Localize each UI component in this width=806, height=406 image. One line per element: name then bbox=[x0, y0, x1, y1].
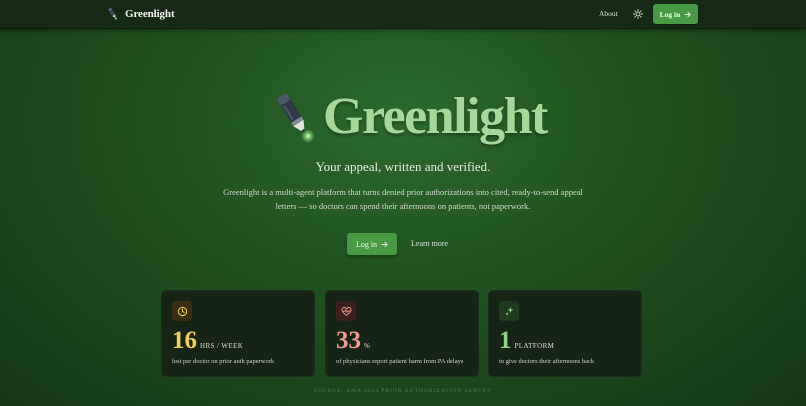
source-note: SOURCE: AMA 2024 PRIOR AUTHORIZATION SUR… bbox=[313, 388, 493, 394]
nav-login-button[interactable]: Log in bbox=[653, 4, 698, 24]
stat-number: 16 bbox=[172, 327, 197, 354]
stat-number: 1 bbox=[499, 327, 512, 354]
hero-login-label: Log in bbox=[355, 239, 378, 249]
clock-icon bbox=[177, 306, 187, 316]
nav-login-label: Log in bbox=[659, 9, 681, 19]
hero-tagline: Your appeal, written and verified. bbox=[315, 159, 491, 174]
hero-description: Greenlight is a multi-agent platform tha… bbox=[223, 187, 583, 211]
stat-value: 1 PLATFORM bbox=[499, 326, 554, 356]
hero-login-button[interactable]: Log in bbox=[347, 233, 397, 255]
stat-icon-badge bbox=[336, 301, 356, 321]
arrow-right-icon bbox=[381, 241, 388, 247]
brand-name: Greenlight bbox=[125, 8, 175, 20]
pen-logo-icon bbox=[277, 93, 315, 143]
heart-pulse-icon bbox=[340, 306, 352, 316]
stat-number: 33 bbox=[336, 327, 361, 354]
pen-logo-icon bbox=[108, 7, 117, 20]
stat-unit: PLATFORM bbox=[514, 342, 555, 350]
stat-card-platform: 1 PLATFORM to give doctors their afterno… bbox=[488, 290, 642, 377]
sparkles-icon bbox=[504, 306, 514, 316]
hero-title: Greenlight bbox=[323, 88, 548, 145]
stat-description: to give doctors their afternoons back bbox=[499, 358, 595, 365]
stat-description: lost per doctor on prior auth paperwork bbox=[172, 358, 275, 365]
stat-icon-badge bbox=[172, 301, 192, 321]
stat-value: 16 HRS / WEEK bbox=[172, 326, 243, 356]
arrow-right-icon bbox=[684, 11, 691, 17]
stat-unit: % bbox=[364, 342, 371, 350]
stat-card-hours: 16 HRS / WEEK lost per doctor on prior a… bbox=[161, 290, 315, 377]
theme-toggle[interactable] bbox=[632, 8, 644, 20]
top-navbar: Greenlight About Log in bbox=[0, 0, 806, 29]
learn-more-link[interactable]: Learn more bbox=[411, 239, 448, 248]
stat-icon-badge bbox=[499, 301, 519, 321]
stat-value: 33 % bbox=[336, 326, 370, 356]
about-link[interactable]: About bbox=[599, 9, 618, 18]
nav-brand[interactable]: Greenlight bbox=[107, 6, 175, 22]
stat-description: of physicians report patient harm from P… bbox=[336, 358, 464, 365]
sun-icon bbox=[633, 9, 643, 19]
stat-unit: HRS / WEEK bbox=[200, 342, 244, 350]
stat-card-harm: 33 % of physicians report patient harm f… bbox=[325, 290, 479, 377]
